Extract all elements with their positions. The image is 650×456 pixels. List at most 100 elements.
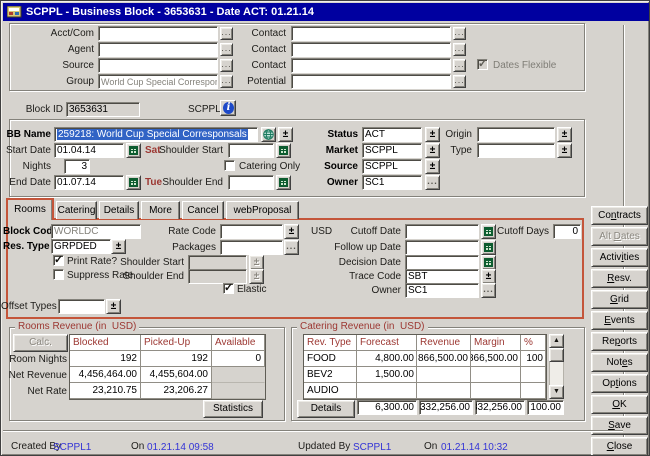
rate-code-lov-button[interactable]: ± [284,224,299,239]
close-button[interactable]: Close [591,437,648,456]
follow-up-date-calendar-button[interactable] [481,240,496,255]
table-cell[interactable]: 23,206.27 [141,383,212,399]
contracts-button[interactable]: Contracts [591,206,648,225]
table-cell[interactable] [471,367,521,383]
table-cell[interactable] [471,383,521,399]
table-cell[interactable] [521,367,546,383]
rt-owner-field[interactable]: SC1 [405,283,479,298]
ok-button[interactable]: OK [591,395,648,414]
cutoff-days-field[interactable]: 0 [553,224,581,239]
owner-lookup-button[interactable]: ... [425,175,440,190]
trace-code-lov-button[interactable]: ± [481,269,496,284]
packages-lookup-button[interactable]: ... [284,240,299,255]
activities-button[interactable]: Activities [591,248,648,267]
tab-webproposal[interactable]: webProposal [226,201,299,219]
type-field[interactable] [477,143,555,158]
res-type-lov-button[interactable]: ± [111,239,126,254]
group-field[interactable]: World Cup Special Corresponsals [98,74,218,89]
nights-field[interactable]: 3 [64,159,90,174]
print-rate-checkbox[interactable]: ✓ [53,255,64,266]
translate-globe-button[interactable] [261,127,276,142]
type-lov-button[interactable]: ± [557,143,572,158]
shoulder-end-calendar-button[interactable] [276,175,291,190]
suppress-rate-checkbox[interactable] [53,269,64,280]
market-field[interactable]: SCPPL [362,143,422,158]
tab-cancel[interactable]: Cancel [182,201,224,219]
follow-up-date-field[interactable] [405,240,479,255]
tab-catering[interactable]: Catering [56,201,97,219]
title-bar[interactable]: SCPPL - Business Block - 3653631 - Date … [3,3,649,21]
table-cell[interactable]: BEV2 [304,367,357,383]
table-cell[interactable]: 4,456,464.00 [70,367,141,383]
scrollbar-thumb[interactable] [549,348,564,362]
status-field[interactable]: ACT [362,127,422,142]
cutoff-date-field[interactable] [405,224,479,239]
options-button[interactable]: Options [591,374,648,393]
offset-types-lov-button[interactable]: ± [106,299,121,314]
shoulder-end-field[interactable] [228,175,274,190]
shoulder-start-field[interactable] [228,143,274,158]
packages-field[interactable] [220,240,283,255]
agent-field[interactable] [98,42,218,57]
trace-code-field[interactable]: SBT [405,269,479,284]
contact3-lookup-button[interactable]: ... [453,59,466,72]
table-cell[interactable]: 192 [141,351,212,367]
tab-details[interactable]: Details [99,201,139,219]
offset-types-field[interactable] [58,299,105,314]
decision-date-field[interactable] [405,255,479,270]
bb-name-lov-button[interactable]: ± [278,127,293,142]
block-source-field[interactable]: SCPPL [362,159,422,174]
table-cell[interactable] [417,383,471,399]
source-field[interactable] [98,58,218,73]
acct-com-field[interactable] [98,26,218,41]
elastic-checkbox[interactable]: ✓ [223,283,234,294]
cell-value[interactable]: 1,500.00 [375,367,414,382]
bb-name-field[interactable]: 259218: World Cup Special Corresponsals [54,127,258,142]
table-cell[interactable]: 0 [212,351,265,367]
block-source-lov-button[interactable]: ± [425,159,440,174]
table-cell[interactable]: 192 [70,351,141,367]
table-cell[interactable]: 4,455,604.00 [141,367,212,383]
tab-rooms[interactable]: Rooms [6,198,54,220]
start-date-field[interactable]: 01.04.14 [54,143,124,158]
scroll-down-button[interactable]: ▼ [549,385,564,399]
cell-value[interactable]: 100 [526,351,543,366]
calc-button[interactable]: Calc. [13,334,68,352]
end-date-field[interactable]: 01.07.14 [54,175,124,190]
end-date-calendar-button[interactable] [126,175,141,190]
table-cell[interactable] [357,383,417,399]
info-button[interactable]: i [220,100,236,116]
catering-only-checkbox[interactable] [224,160,235,171]
rt-owner-lookup-button[interactable]: ... [481,283,496,298]
scroll-up-button[interactable]: ▲ [549,334,564,348]
cell-value[interactable]: 4,800.00 [375,351,414,366]
contact3-field[interactable] [291,58,451,73]
start-date-calendar-button[interactable] [126,143,141,158]
table-cell[interactable] [417,367,471,383]
block-code-field[interactable]: WORLDC [51,224,141,239]
cell-value[interactable]: 3,866,500.00 [417,351,468,366]
res-type-field[interactable]: GRPDED [51,239,111,254]
table-cell[interactable]: FOOD [304,351,357,367]
events-button[interactable]: Events [591,311,648,330]
potential-field[interactable] [291,74,451,89]
decision-date-calendar-button[interactable] [481,255,496,270]
reports-button[interactable]: Reports [591,332,648,351]
owner-field[interactable]: SC1 [362,175,422,190]
details-button[interactable]: Details [297,400,355,418]
table-cell[interactable]: AUDIO [304,383,357,399]
statistics-button[interactable]: Statistics [203,400,263,418]
dates-flexible-checkbox[interactable]: ✓ [477,59,488,70]
shoulder-start-calendar-button[interactable] [276,143,291,158]
contact1-field[interactable] [291,26,451,41]
rate-code-field[interactable] [220,224,283,239]
tab-more[interactable]: More [141,201,180,219]
save-button[interactable]: Save [591,416,648,435]
contact2-lookup-button[interactable]: ... [453,43,466,56]
notes-button[interactable]: Notes [591,353,648,372]
table-cell[interactable] [521,383,546,399]
origin-lov-button[interactable]: ± [557,127,572,142]
table-cell[interactable]: 23,210.75 [70,383,141,399]
contact2-field[interactable] [291,42,451,57]
cell-value[interactable]: 3,866,500.00 [471,351,518,366]
